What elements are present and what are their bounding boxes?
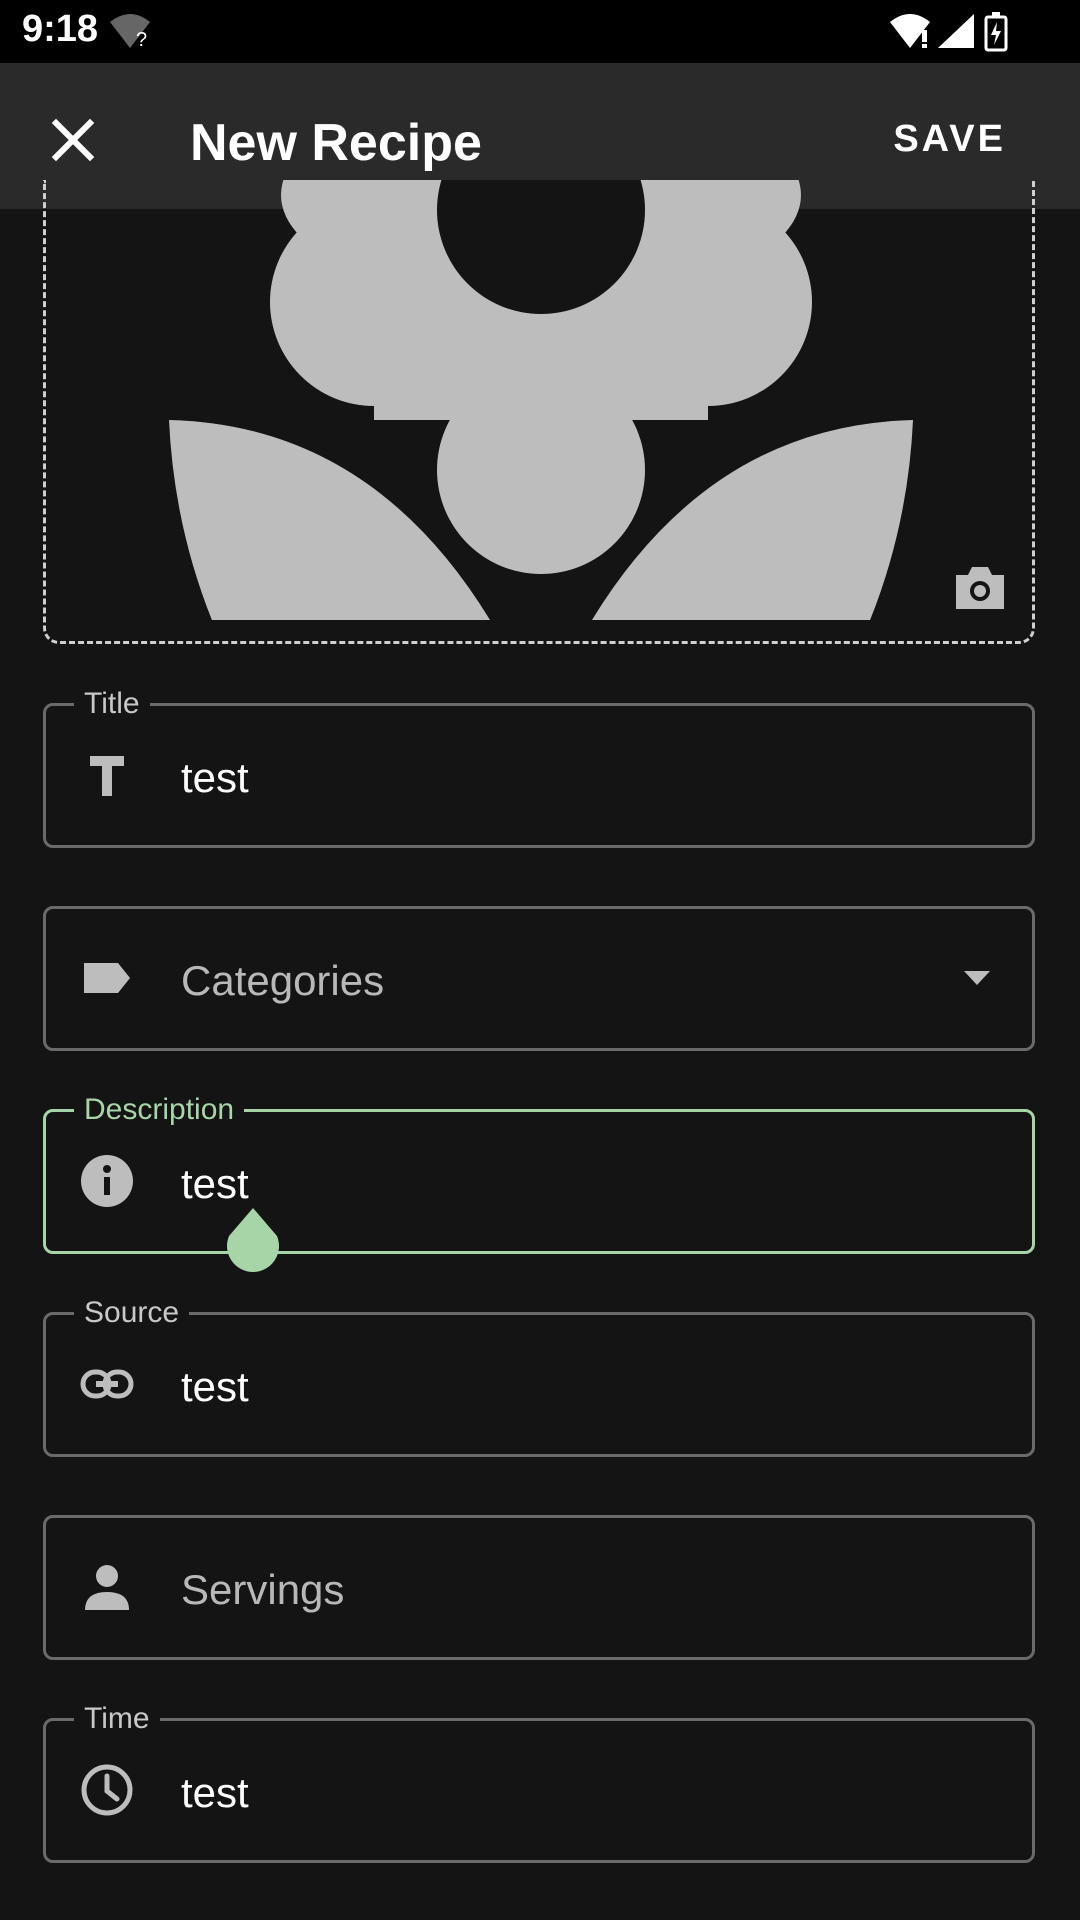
flower-icon xyxy=(169,180,913,620)
title-field[interactable]: Title test xyxy=(43,684,1035,848)
signal-icon xyxy=(938,14,974,48)
servings-field[interactable]: Servings xyxy=(43,1515,1035,1660)
source-field[interactable]: Source test xyxy=(43,1293,1035,1457)
camera-icon[interactable] xyxy=(952,563,1008,611)
time-input[interactable]: test xyxy=(181,1767,249,1819)
label-icon xyxy=(84,963,130,993)
description-input[interactable]: test xyxy=(181,1158,249,1210)
link-icon xyxy=(80,1369,134,1399)
page-title: New Recipe xyxy=(190,114,482,172)
text-cursor-handle[interactable] xyxy=(227,1208,279,1274)
image-picker[interactable] xyxy=(43,180,1035,644)
servings-placeholder: Servings xyxy=(181,1566,345,1613)
source-label: Source xyxy=(74,1293,190,1333)
wifi-question-icon: ? xyxy=(110,14,150,50)
time-label: Time xyxy=(74,1699,160,1739)
battery-charging-icon xyxy=(984,12,1008,52)
close-icon[interactable] xyxy=(42,109,104,171)
status-time: 9:18 xyxy=(22,8,99,50)
text-icon xyxy=(90,756,124,796)
title-input[interactable]: test xyxy=(181,752,249,804)
save-button[interactable]: SAVE xyxy=(893,113,1006,166)
description-label: Description xyxy=(74,1090,245,1130)
time-field[interactable]: Time test xyxy=(43,1699,1035,1863)
status-bar: 9:18 ? xyxy=(0,0,1080,63)
svg-text:?: ? xyxy=(136,29,147,50)
categories-placeholder: Categories xyxy=(181,957,385,1004)
chevron-down-icon[interactable] xyxy=(962,969,992,987)
source-input[interactable]: test xyxy=(181,1361,249,1413)
person-icon xyxy=(85,1565,129,1610)
wifi-icon xyxy=(890,14,930,48)
info-icon xyxy=(81,1155,133,1207)
clock-icon xyxy=(81,1764,133,1816)
description-field[interactable]: Description test xyxy=(43,1090,1035,1254)
categories-select[interactable]: Categories xyxy=(43,906,1035,1051)
title-label: Title xyxy=(74,684,150,724)
